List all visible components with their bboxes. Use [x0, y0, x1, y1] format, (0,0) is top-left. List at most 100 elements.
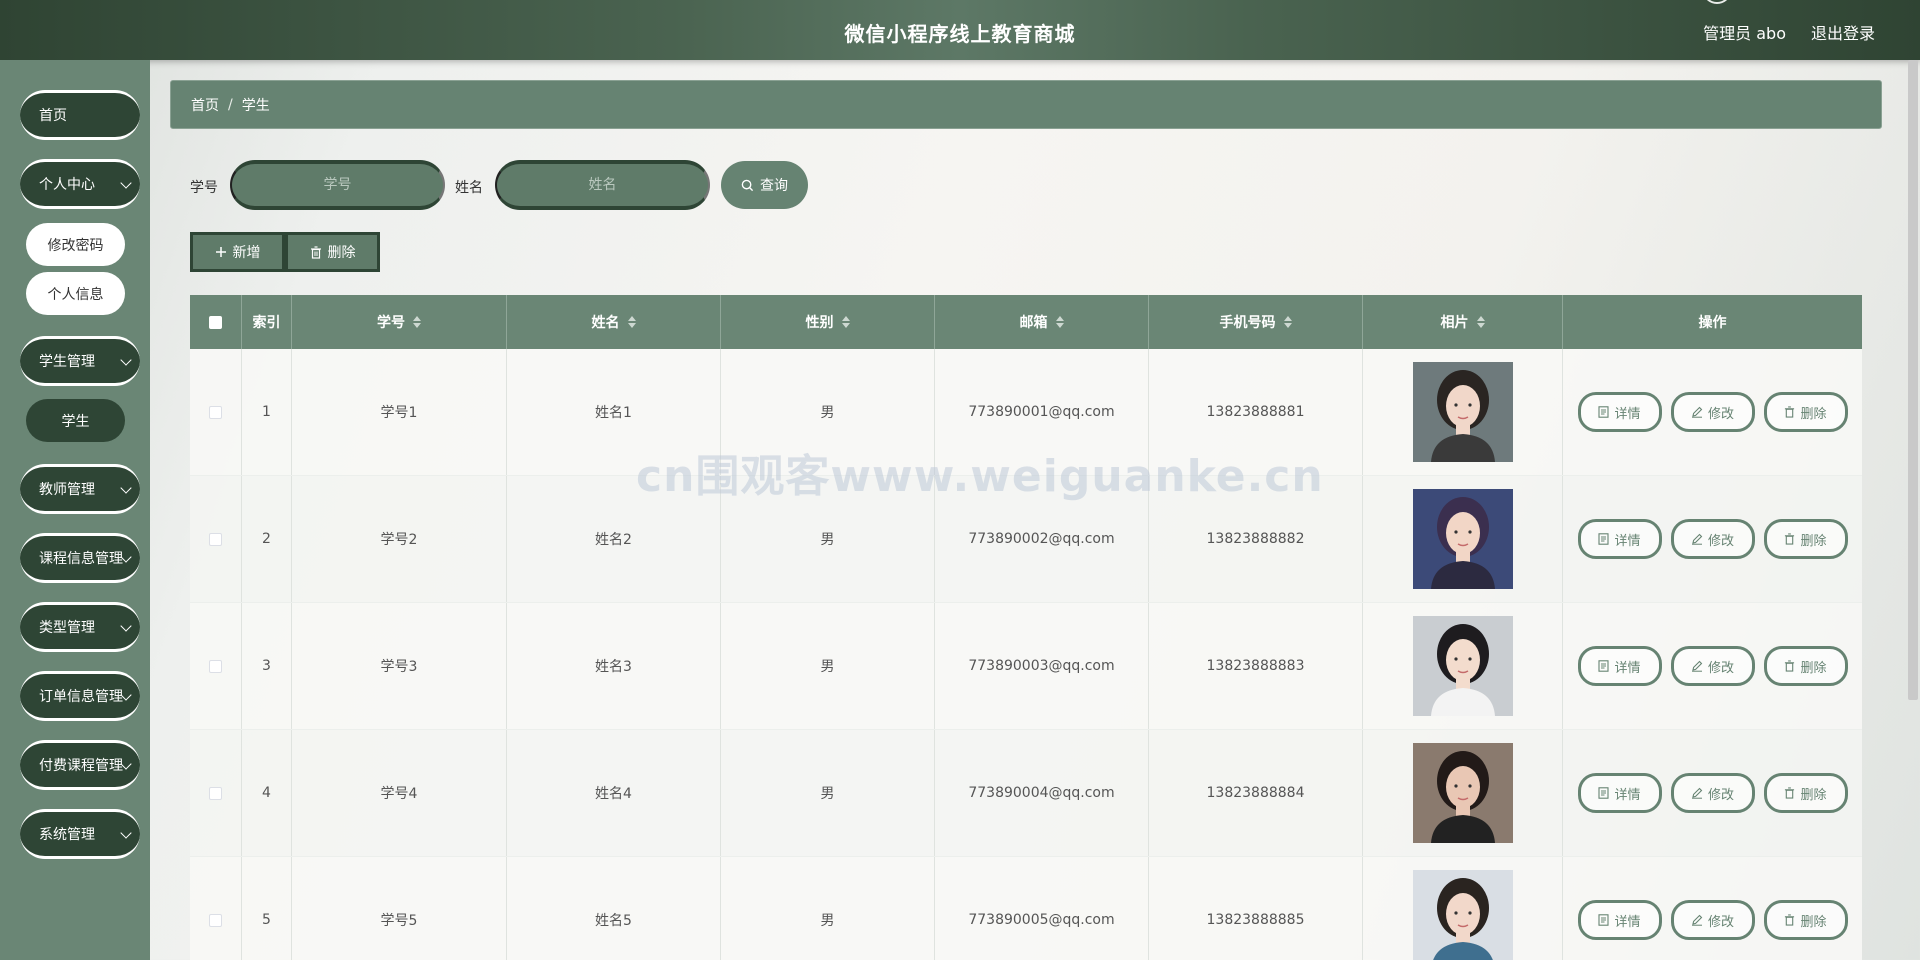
detail-button[interactable]: 详情	[1577, 646, 1662, 686]
select-all-checkbox[interactable]	[209, 315, 222, 329]
delete-button[interactable]: 删除	[1763, 646, 1848, 686]
table-cell: 5	[242, 857, 292, 960]
table-row[interactable]: 4 学号4 姓名4 男 773890004@qq.com 13823888884 详情	[190, 730, 1862, 857]
table-cell: 4	[242, 730, 292, 856]
sidebar-item-home[interactable]: 首页	[20, 90, 140, 140]
detail-button-label: 详情	[1614, 787, 1641, 803]
cell-name: 姓名5	[595, 913, 632, 929]
query-button[interactable]: 查询	[721, 161, 808, 209]
sidebar-item-order-management[interactable]: 订单信息管理	[20, 671, 140, 721]
sidebar-item-course-management[interactable]: 课程信息管理	[20, 533, 140, 583]
header-gender[interactable]: 性别	[721, 295, 935, 349]
document-icon	[1598, 787, 1610, 799]
sidebar-item-system-management[interactable]: 系统管理	[20, 809, 140, 859]
sidebar-item-type-management[interactable]: 类型管理	[20, 602, 140, 652]
sidebar-item-label: 教师管理	[39, 482, 95, 498]
sort-icon[interactable]	[1283, 316, 1292, 328]
edit-button[interactable]: 修改	[1670, 519, 1755, 559]
row-checkbox[interactable]	[209, 532, 222, 546]
detail-button[interactable]: 详情	[1577, 900, 1662, 940]
cell-name: 姓名1	[595, 405, 632, 421]
detail-button-label: 详情	[1614, 406, 1641, 422]
delete-button[interactable]: 删除	[1763, 519, 1848, 559]
row-checkbox[interactable]	[209, 786, 222, 800]
sidebar-item-teacher-management[interactable]: 教师管理	[20, 464, 140, 514]
row-actions: 详情 修改 删除	[1577, 392, 1848, 432]
delete-button[interactable]: 删除	[1763, 392, 1848, 432]
edit-icon	[1691, 787, 1703, 799]
table-cell: 学号4	[292, 730, 507, 856]
student-photo[interactable]	[1412, 743, 1513, 843]
cell-student-id: 学号4	[380, 786, 418, 802]
header-photo[interactable]: 相片	[1363, 295, 1563, 349]
header-name[interactable]: 姓名	[507, 295, 721, 349]
sidebar-item-paid-course-management[interactable]: 付费课程管理	[20, 740, 140, 790]
table-cell: 详情 修改 删除	[1563, 476, 1862, 602]
student-photo[interactable]	[1412, 362, 1513, 462]
row-actions: 详情 修改 删除	[1577, 519, 1848, 559]
scrollbar[interactable]	[1908, 60, 1918, 700]
cell-name: 姓名3	[595, 659, 632, 675]
row-actions: 详情 修改 删除	[1577, 900, 1848, 940]
sidebar-item-student-management[interactable]: 学生管理	[20, 336, 140, 386]
delete-button[interactable]: 删除	[1763, 773, 1848, 813]
table-row[interactable]: 1 学号1 姓名1 男 773890001@qq.com 13823888881 详情	[190, 349, 1862, 476]
sidebar-subitem-personal-info[interactable]: 个人信息	[26, 272, 125, 315]
document-icon	[1598, 533, 1610, 545]
detail-button[interactable]: 详情	[1577, 773, 1662, 813]
delete-button[interactable]: 删除	[1763, 900, 1848, 940]
table-row[interactable]: 3 学号3 姓名3 男 773890003@qq.com 13823888883 详情	[190, 603, 1862, 730]
edit-button[interactable]: 修改	[1670, 646, 1755, 686]
batch-delete-button-label: 删除	[327, 245, 356, 261]
batch-delete-button[interactable]: 删除	[285, 232, 380, 272]
edit-button-label: 修改	[1707, 787, 1734, 803]
avatar[interactable]	[1704, 0, 1730, 4]
table-cell: 姓名3	[507, 603, 721, 729]
edit-button[interactable]: 修改	[1670, 900, 1755, 940]
table-cell: 学号2	[292, 476, 507, 602]
sidebar-subitem-student[interactable]: 学生	[26, 399, 125, 442]
trash-icon	[310, 245, 321, 259]
table-cell: 学号5	[292, 857, 507, 960]
student-photo[interactable]	[1412, 870, 1513, 960]
sort-icon[interactable]	[841, 316, 850, 328]
student-photo[interactable]	[1412, 616, 1513, 716]
edit-button[interactable]: 修改	[1670, 773, 1755, 813]
sort-icon[interactable]	[413, 316, 421, 328]
sort-icon[interactable]	[1055, 316, 1064, 328]
header-select-all[interactable]	[190, 295, 242, 349]
plus-icon	[215, 247, 226, 257]
row-checkbox[interactable]	[209, 913, 222, 927]
logout-link[interactable]: 退出登录	[1811, 20, 1875, 44]
table-cell	[1363, 349, 1563, 475]
table-row[interactable]: 2 学号2 姓名2 男 773890002@qq.com 13823888882 详情	[190, 476, 1862, 603]
edit-button-label: 修改	[1707, 406, 1734, 422]
sidebar: 首页 个人中心 修改密码 个人信息 学生管理 学生 教师管理 课程信息管理 类型…	[0, 60, 150, 960]
add-button[interactable]: 新增	[190, 232, 285, 272]
sort-icon[interactable]	[627, 316, 636, 328]
header-phone[interactable]: 手机号码	[1149, 295, 1363, 349]
breadcrumb-home[interactable]: 首页	[191, 95, 219, 115]
table-row[interactable]: 5 学号5 姓名5 男 773890005@qq.com 13823888885 详情	[190, 857, 1862, 960]
sidebar-subitem-change-password[interactable]: 修改密码	[26, 223, 125, 266]
row-checkbox[interactable]	[209, 659, 222, 673]
row-checkbox[interactable]	[209, 405, 222, 419]
sidebar-item-personal-center[interactable]: 个人中心	[20, 159, 140, 209]
sort-icon[interactable]	[1476, 316, 1485, 328]
header-email[interactable]: 邮箱	[935, 295, 1149, 349]
edit-icon	[1691, 660, 1703, 672]
student-photo[interactable]	[1412, 489, 1513, 589]
detail-button[interactable]: 详情	[1577, 519, 1662, 559]
header-student-id[interactable]: 学号	[292, 295, 507, 349]
table-cell: 详情 修改 删除	[1563, 603, 1862, 729]
cell-email: 773890001@qq.com	[968, 404, 1115, 420]
table-cell: 姓名1	[507, 349, 721, 475]
student-id-input[interactable]	[230, 160, 445, 210]
table-cell: 男	[721, 603, 935, 729]
header-label: 手机号码	[1219, 315, 1276, 331]
edit-button-label: 修改	[1707, 914, 1734, 930]
edit-button[interactable]: 修改	[1670, 392, 1755, 432]
detail-button[interactable]: 详情	[1577, 392, 1662, 432]
sidebar-item-label: 个人中心	[39, 177, 95, 193]
name-input[interactable]	[495, 160, 710, 210]
